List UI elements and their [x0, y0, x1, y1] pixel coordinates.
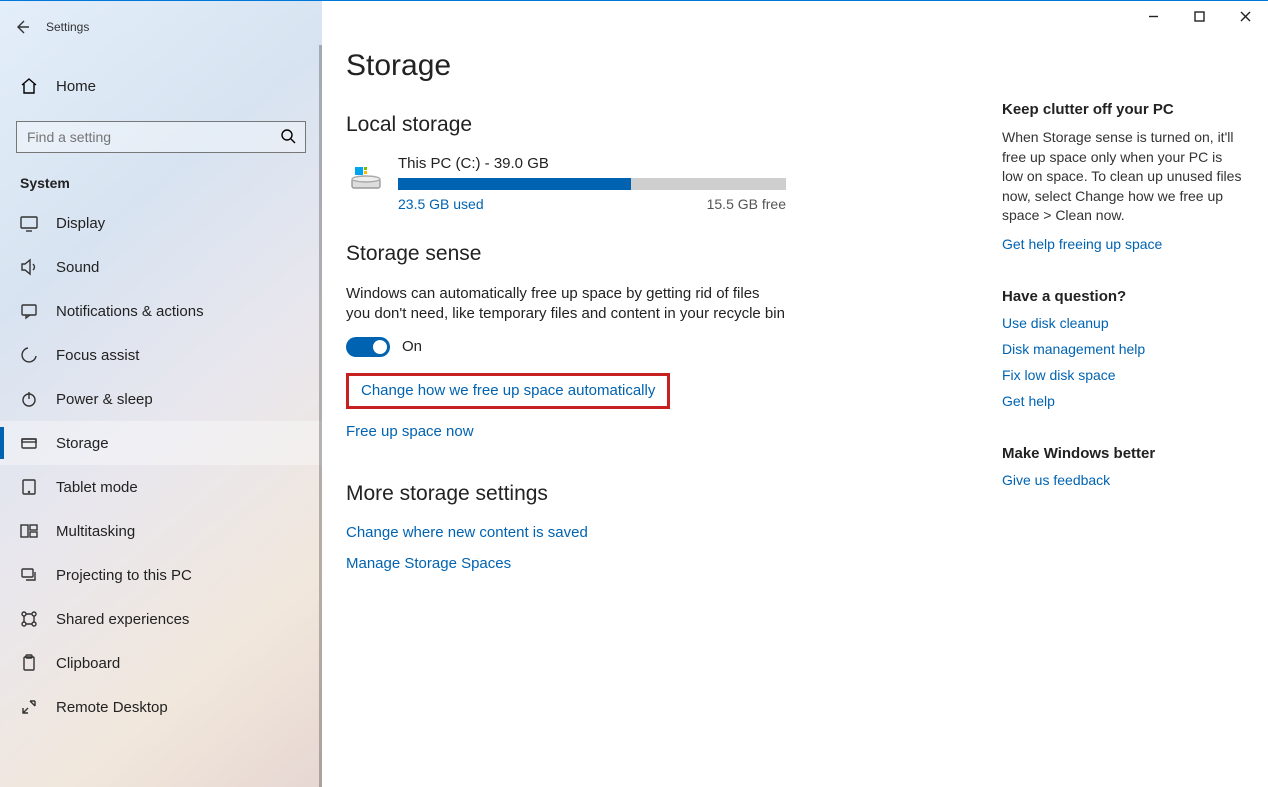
- free-up-now-link[interactable]: Free up space now: [346, 423, 474, 440]
- clipboard-icon: [20, 654, 40, 672]
- minimize-button[interactable]: [1130, 1, 1176, 31]
- search-input[interactable]: [16, 121, 306, 153]
- disk-row[interactable]: This PC (C:) - 39.0 GB 23.5 GB used 15.5…: [346, 155, 962, 212]
- arrow-left-icon: [14, 19, 30, 35]
- nav-label: Multitasking: [56, 523, 135, 540]
- nav-label: Focus assist: [56, 347, 139, 364]
- nav-item-sound[interactable]: Sound: [0, 245, 322, 289]
- nav-label: Tablet mode: [56, 479, 138, 496]
- nav-item-power-sleep[interactable]: Power & sleep: [0, 377, 322, 421]
- local-storage-heading: Local storage: [346, 113, 962, 137]
- projecting-icon: [20, 566, 40, 584]
- question-heading: Have a question?: [1002, 288, 1242, 305]
- home-label: Home: [56, 78, 96, 95]
- question-group: Have a question? Use disk cleanup Disk m…: [1002, 288, 1242, 409]
- storage-sense-description: Windows can automatically free up space …: [346, 284, 786, 325]
- window-controls: [1130, 1, 1268, 31]
- remote-desktop-icon: [20, 698, 40, 716]
- disk-usage-bar: [398, 178, 786, 190]
- home-button[interactable]: Home: [0, 65, 322, 107]
- disk-icon: [346, 159, 386, 197]
- change-free-up-link[interactable]: Change how we free up space automaticall…: [361, 382, 655, 399]
- page-title: Storage: [346, 49, 962, 83]
- search-container: [16, 121, 306, 153]
- back-button[interactable]: [0, 9, 44, 45]
- better-heading: Make Windows better: [1002, 445, 1242, 462]
- disk-name: This PC (C:) - 39.0 GB: [398, 155, 962, 172]
- nav-label: Projecting to this PC: [56, 567, 192, 584]
- nav-item-focus-assist[interactable]: Focus assist: [0, 333, 322, 377]
- nav-item-notifications[interactable]: Notifications & actions: [0, 289, 322, 333]
- manage-storage-spaces-link[interactable]: Manage Storage Spaces: [346, 555, 511, 572]
- more-settings-heading: More storage settings: [346, 482, 962, 506]
- app-title: Settings: [46, 20, 89, 34]
- nav-item-projecting[interactable]: Projecting to this PC: [0, 553, 322, 597]
- highlighted-link-box: Change how we free up space automaticall…: [346, 373, 670, 409]
- better-group: Make Windows better Give us feedback: [1002, 445, 1242, 488]
- nav-label: Shared experiences: [56, 611, 189, 628]
- disk-used-label: 23.5 GB used: [398, 196, 484, 212]
- storage-sense-toggle[interactable]: [346, 337, 390, 357]
- maximize-button[interactable]: [1176, 1, 1222, 31]
- settings-window: Settings Home System Display Sound: [0, 0, 1268, 787]
- category-label: System: [20, 175, 322, 191]
- storage-sense-toggle-row: On: [346, 337, 962, 357]
- clutter-text: When Storage sense is turned on, it'll f…: [1002, 128, 1242, 226]
- tablet-icon: [20, 478, 40, 496]
- nav-label: Storage: [56, 435, 109, 452]
- nav-item-tablet-mode[interactable]: Tablet mode: [0, 465, 322, 509]
- nav-item-shared-experiences[interactable]: Shared experiences: [0, 597, 322, 641]
- disk-stats: 23.5 GB used 15.5 GB free: [398, 196, 786, 212]
- q-link-disk-cleanup[interactable]: Use disk cleanup: [1002, 315, 1242, 331]
- nav-label: Notifications & actions: [56, 303, 204, 320]
- clutter-group: Keep clutter off your PC When Storage se…: [1002, 101, 1242, 252]
- clutter-help-link[interactable]: Get help freeing up space: [1002, 236, 1242, 252]
- storage-icon: [20, 434, 40, 452]
- nav-label: Sound: [56, 259, 99, 276]
- q-link-get-help[interactable]: Get help: [1002, 393, 1242, 409]
- feedback-link[interactable]: Give us feedback: [1002, 472, 1242, 488]
- disk-usage-fill: [398, 178, 631, 190]
- main-area: Storage Local storage This PC (C:) - 39.…: [322, 1, 1268, 787]
- content: Storage Local storage This PC (C:) - 39.…: [322, 1, 962, 787]
- disk-free-label: 15.5 GB free: [707, 196, 786, 212]
- nav-item-multitasking[interactable]: Multitasking: [0, 509, 322, 553]
- change-content-saved-link[interactable]: Change where new content is saved: [346, 524, 588, 541]
- nav-label: Power & sleep: [56, 391, 153, 408]
- nav-label: Remote Desktop: [56, 699, 168, 716]
- nav-item-clipboard[interactable]: Clipboard: [0, 641, 322, 685]
- notifications-icon: [20, 302, 40, 320]
- power-icon: [20, 390, 40, 408]
- q-link-disk-management[interactable]: Disk management help: [1002, 341, 1242, 357]
- disk-info: This PC (C:) - 39.0 GB 23.5 GB used 15.5…: [398, 155, 962, 212]
- titlebar: Settings: [0, 9, 322, 45]
- display-icon: [20, 214, 40, 232]
- nav-item-remote-desktop[interactable]: Remote Desktop: [0, 685, 322, 729]
- home-icon: [20, 77, 40, 95]
- multitasking-icon: [20, 522, 40, 540]
- sound-icon: [20, 258, 40, 276]
- nav-item-display[interactable]: Display: [0, 201, 322, 245]
- nav-label: Display: [56, 215, 105, 232]
- shared-icon: [20, 610, 40, 628]
- storage-sense-heading: Storage sense: [346, 242, 962, 266]
- nav-item-storage[interactable]: Storage: [0, 421, 322, 465]
- search-icon: [281, 129, 296, 149]
- storage-sense-toggle-label: On: [402, 338, 422, 355]
- close-button[interactable]: [1222, 1, 1268, 31]
- sidebar: Settings Home System Display Sound: [0, 1, 322, 787]
- q-link-low-disk-space[interactable]: Fix low disk space: [1002, 367, 1242, 383]
- focus-assist-icon: [20, 346, 40, 364]
- nav-label: Clipboard: [56, 655, 120, 672]
- clutter-heading: Keep clutter off your PC: [1002, 101, 1242, 118]
- right-column: Keep clutter off your PC When Storage se…: [1002, 101, 1242, 524]
